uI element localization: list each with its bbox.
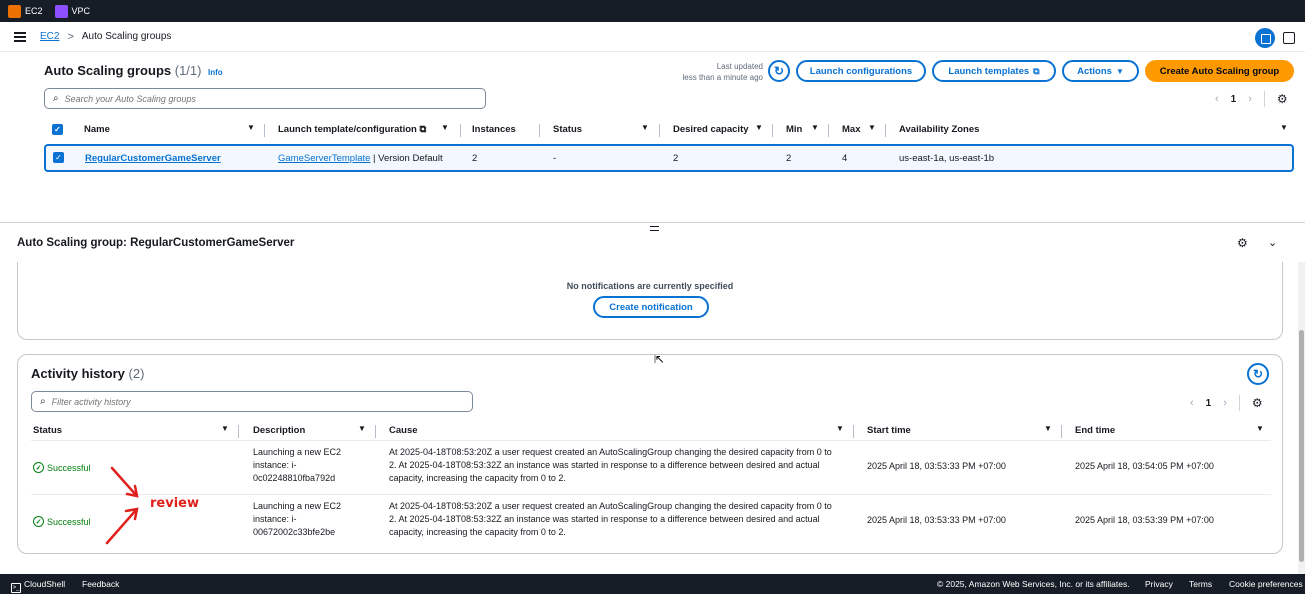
terminal-icon: >_	[11, 583, 21, 593]
feedback-link[interactable]: Feedback	[82, 579, 119, 589]
copyright-text: © 2025, Amazon Web Services, Inc. or its…	[937, 579, 1130, 589]
terms-link[interactable]: Terms	[1189, 579, 1212, 589]
annotation-arrow-down	[110, 466, 138, 497]
footer-bar: >_ CloudShell Feedback © 2025, Amazon Web…	[0, 574, 1305, 594]
annotation-label: review	[150, 496, 199, 511]
cookie-preferences-link[interactable]: Cookie preferences	[1229, 579, 1303, 589]
scrollbar-thumb[interactable]	[1299, 330, 1304, 562]
annotation-arrow-up	[105, 508, 138, 545]
cloudshell-button[interactable]: >_ CloudShell	[11, 579, 65, 593]
privacy-link[interactable]: Privacy	[1145, 579, 1173, 589]
